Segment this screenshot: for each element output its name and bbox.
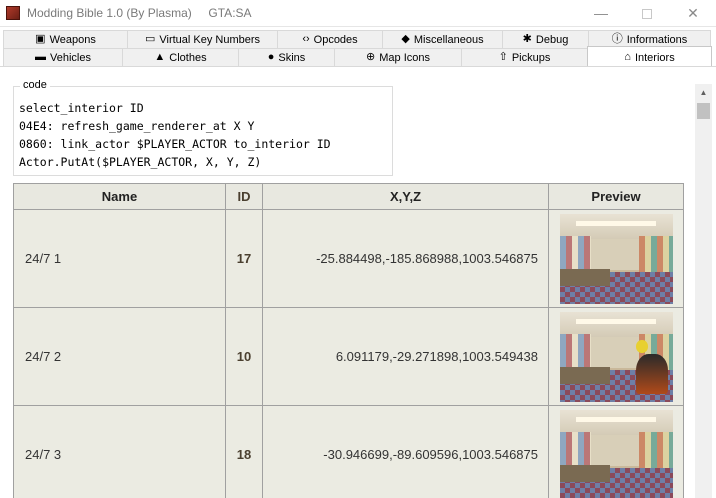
cell-id: 10 [226,308,263,406]
maximize-button[interactable] [624,0,670,27]
tab-opcodes[interactable]: ‹› Opcodes [277,30,383,48]
tab-pickups[interactable]: ⇧ Pickups [461,48,588,66]
code-groupbox: code select_interior ID 04E4: refresh_gam… [13,79,393,176]
cell-preview [549,406,684,498]
tab-label: Pickups [511,51,551,64]
window-title: Modding Bible 1.0 (By Plasma) GTA:SA [27,6,252,20]
car-icon: ▬ [35,51,46,63]
close-button[interactable]: ✕ [670,0,716,27]
header-id[interactable]: ID [226,184,263,210]
interior-preview-image [559,213,673,304]
table-row[interactable]: 24/7 1 17 -25.884498,-185.868988,1003.54… [14,210,684,308]
tab-debug[interactable]: ✱ Debug [502,30,589,48]
upload-icon: ⇧ [498,51,508,63]
tab-label: Opcodes [313,33,358,46]
title-bar: Modding Bible 1.0 (By Plasma) GTA:SA — ✕ [0,0,716,27]
tab-label: Weapons [49,33,96,46]
tab-label: Miscellaneous [413,33,484,46]
maximize-icon [642,9,652,20]
code-line: Actor.PutAt($PLAYER_ACTOR, X, Y, Z) [19,155,262,169]
bug-icon: ✱ [522,33,532,45]
info-icon: ⓘ [611,33,623,45]
interiors-panel: code select_interior ID 04E4: refresh_gam… [0,67,716,498]
home-icon: ⌂ [624,51,631,63]
cell-preview [549,308,684,406]
cell-xyz: 6.091179,-29.271898,1003.549438 [263,308,549,406]
code-icon: ‹› [302,33,310,45]
tab-virtual-key-numbers[interactable]: ▭ Virtual Key Numbers [127,30,278,48]
tab-label: Map Icons [379,51,430,64]
cell-id: 18 [226,406,263,498]
scroll-up-arrow-icon[interactable]: ▲ [695,84,712,101]
table-header: Name ID X,Y,Z Preview [14,184,684,210]
vertical-scrollbar[interactable]: ▲ [695,84,712,498]
shirt-icon: ▲ [154,51,166,63]
header-xyz[interactable]: X,Y,Z [263,184,549,210]
scrollbar-thumb[interactable] [697,103,710,119]
tab-label: Vehicles [50,51,91,64]
code-line: select_interior ID [19,101,144,115]
tab-label: Clothes [169,51,207,64]
cell-xyz: -25.884498,-185.868988,1003.546875 [263,210,549,308]
table-row[interactable]: 24/7 3 18 -30.946699,-89.609596,1003.546… [14,406,684,498]
interior-preview-image [559,409,673,498]
cell-name: 24/7 3 [14,406,226,498]
minimize-button[interactable]: — [578,0,624,27]
interior-preview-image [559,311,673,402]
app-icon [6,6,20,20]
tab-label: Skins [278,51,306,64]
weapons-icon: ▣ [35,33,46,45]
cell-xyz: -30.946699,-89.609596,1003.546875 [263,406,549,498]
keyboard-icon: ▭ [144,33,156,45]
person-icon: ● [267,51,275,63]
code-text[interactable]: select_interior ID 04E4: refresh_game_ren… [19,99,331,171]
cell-name: 24/7 1 [14,210,226,308]
header-name[interactable]: Name [14,184,226,210]
cell-preview [549,210,684,308]
tab-label: Informations [626,33,688,46]
map-icon: ⊕ [366,51,376,63]
cell-id: 17 [226,210,263,308]
tab-skins[interactable]: ● Skins [238,48,335,66]
tab-vehicles[interactable]: ▬ Vehicles [3,48,123,66]
tab-label: Interiors [634,51,675,64]
cell-name: 24/7 2 [14,308,226,406]
header-preview[interactable]: Preview [549,184,684,210]
tab-clothes[interactable]: ▲ Clothes [122,48,239,66]
tab-interiors[interactable]: ⌂ Interiors [587,46,712,68]
tab-label: Debug [535,33,569,46]
tab-weapons[interactable]: ▣ Weapons [3,30,128,48]
cube-icon: ◆ [401,33,410,45]
code-legend: code [20,79,50,91]
interiors-table: Name ID X,Y,Z Preview 24/7 1 17 -25.8844… [13,183,684,498]
table-row[interactable]: 24/7 2 10 6.091179,-29.271898,1003.54943… [14,308,684,406]
code-line: 0860: link_actor $PLAYER_ACTOR to_interi… [19,137,331,151]
code-line: 04E4: refresh_game_renderer_at X Y [19,119,255,133]
tab-miscellaneous[interactable]: ◆ Miscellaneous [382,30,503,48]
tab-map-icons[interactable]: ⊕ Map Icons [334,48,462,66]
tab-label: Virtual Key Numbers [159,33,261,46]
